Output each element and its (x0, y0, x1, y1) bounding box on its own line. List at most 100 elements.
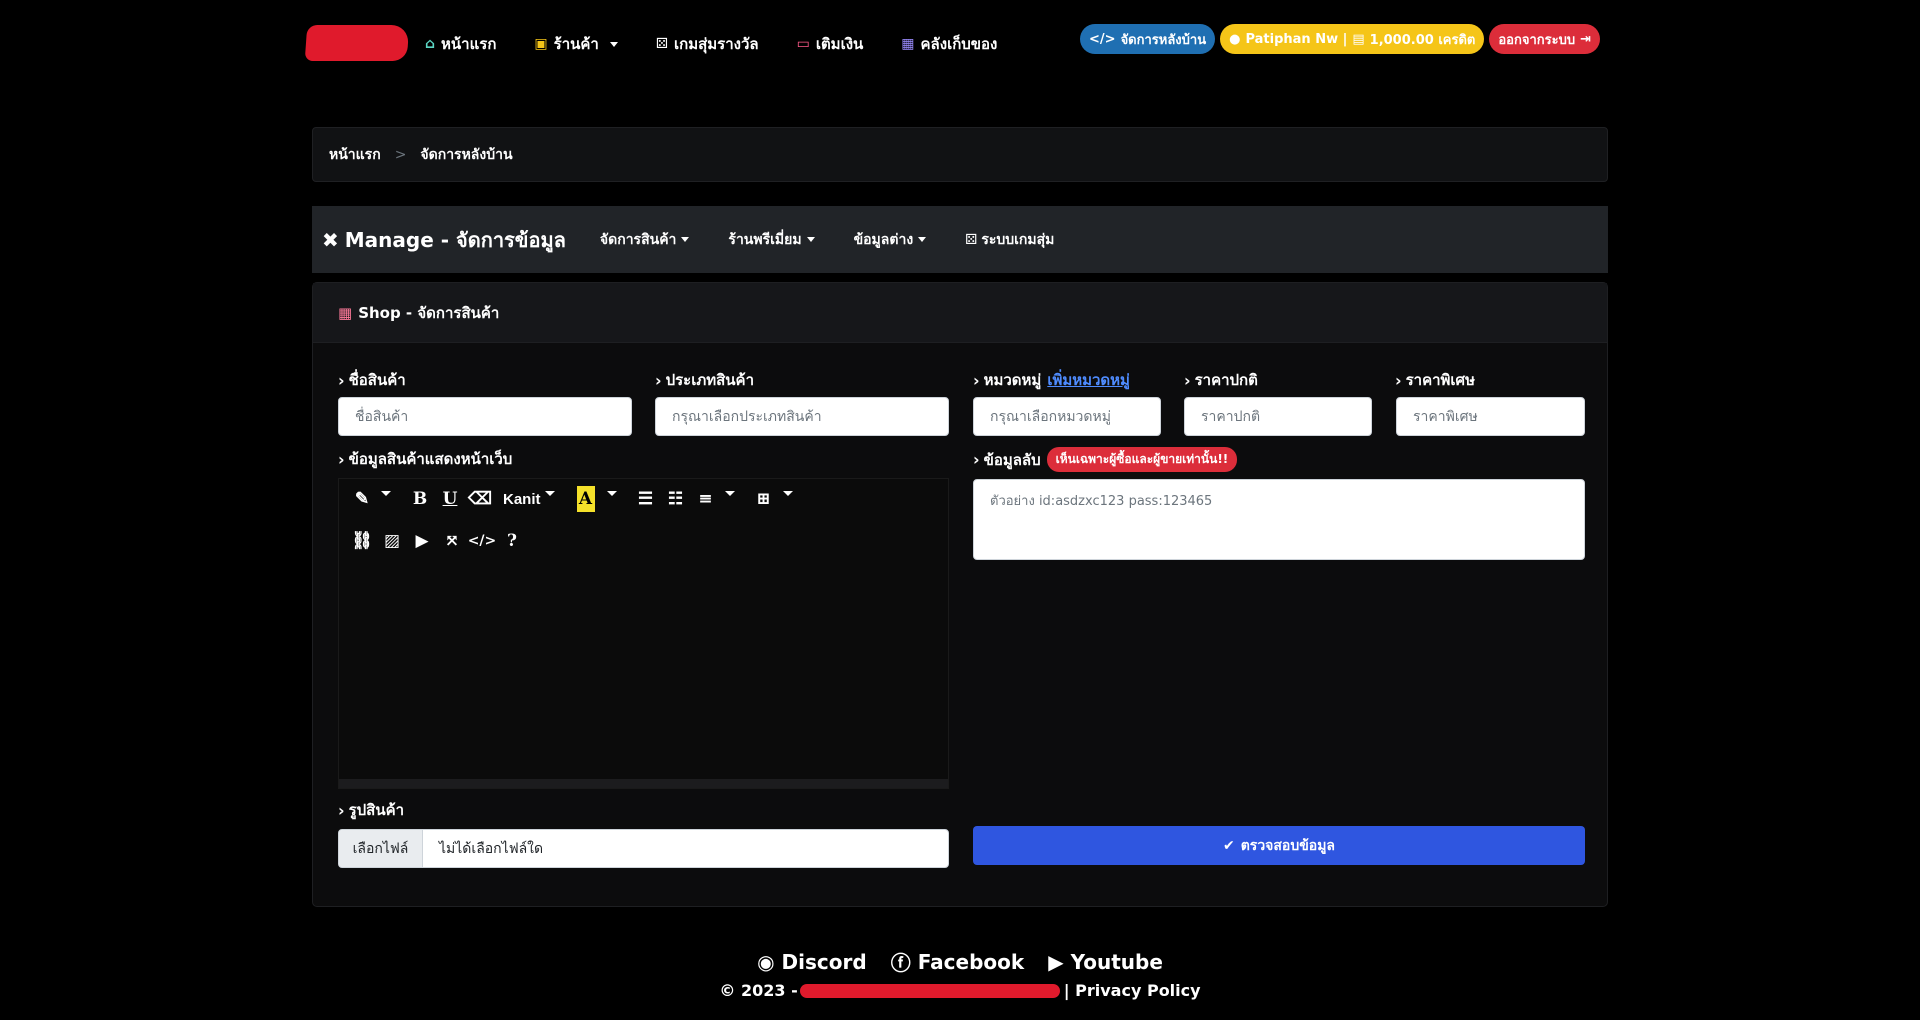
tools-icon: ✖ (322, 227, 339, 252)
chevron-down-icon (806, 237, 815, 242)
store-icon: ▣ (534, 36, 548, 52)
chevron-down-icon (918, 237, 927, 242)
fullscreen-icon[interactable]: ⤧ (437, 527, 467, 555)
code-icon: </> (1089, 31, 1116, 47)
manage-title: ✖ Manage - จัดการข้อมูล (322, 224, 566, 256)
label-text: ราคาพิเศษ (1405, 371, 1475, 389)
verify-submit-button[interactable]: ✔ ตรวจสอบข้อมูล (973, 826, 1585, 865)
chevron-down-icon[interactable] (381, 490, 391, 496)
chevron-down-icon (609, 41, 618, 47)
font-family-button[interactable]: Kanit (503, 485, 541, 513)
logout-button[interactable]: ออกจากระบบ ⇥ (1489, 24, 1600, 54)
product-image-file-input[interactable]: เลือกไฟล์ ไม่ได้เลือกไฟล์ใด (338, 829, 949, 868)
box-icon: ▦ (901, 36, 915, 52)
magic-wand-icon[interactable]: ✎ (347, 485, 377, 513)
footer-link-facebook[interactable]: ⓕ Facebook (891, 947, 1025, 976)
sign-out-icon: ⇥ (1580, 31, 1591, 47)
site-logo[interactable] (304, 25, 410, 61)
nav-item-store[interactable]: ▣ ร้านค้า (534, 32, 618, 56)
nav-item-label: ร้านค้า (553, 35, 599, 53)
select-placeholder: กรุณาเลือกหมวดหมู่ (990, 408, 1111, 425)
image-icon[interactable]: ▨ (377, 527, 407, 555)
chevron-right-icon: › (655, 370, 662, 390)
align-icon[interactable]: ≡ (691, 485, 721, 513)
facebook-icon: ⓕ (890, 951, 911, 975)
product-type-select[interactable]: กรุณาเลือกประเภทสินค้า (655, 397, 949, 436)
label-text: ประเภทสินค้า (665, 371, 754, 389)
nav-item-random-game[interactable]: ⚄ เกมสุ่มรางวัล (656, 32, 759, 56)
editor-toolbar-row-1: ✎ B U ⌫ Kanit A ☰ ☷ ≡ ⊞ (347, 485, 807, 513)
editor-resize-bar[interactable] (339, 779, 948, 788)
label-text: รูปสินค้า (348, 801, 405, 819)
chevron-right-icon: › (1395, 370, 1402, 390)
chevron-down-icon (681, 237, 690, 242)
chevron-right-icon: › (1184, 370, 1191, 390)
admin-button[interactable]: </> จัดการหลังบ้าน (1080, 24, 1216, 54)
footer-link-label: Facebook (917, 949, 1025, 974)
product-name-input[interactable]: ชื่อสินค้า (338, 397, 632, 436)
breadcrumb-home[interactable]: หน้าแรก (329, 144, 381, 166)
unordered-list-icon[interactable]: ☰ (631, 485, 661, 513)
nav-item-topup[interactable]: ▭ เติมเงิน (797, 32, 864, 56)
check-circle-icon: ✔ (1222, 837, 1235, 854)
submit-label: ตรวจสอบข้อมูล (1240, 837, 1336, 854)
chevron-down-icon[interactable] (782, 490, 793, 496)
footer-link-discord[interactable]: ◉ Discord (757, 947, 867, 976)
card-header: ▦ Shop - จัดการสินค้า (313, 283, 1607, 343)
nav-item-label: คลังเก็บของ (920, 35, 998, 53)
credit-balance: 1,000.00 เครดิต (1369, 32, 1476, 48)
label-text: หมวดหมู่ (983, 371, 1042, 389)
chevron-down-icon[interactable] (724, 490, 735, 496)
category-label: › หมวดหมู่ เพิ่มหมวดหมู่ (973, 368, 1130, 392)
user-actions: </> จัดการหลังบ้าน ● Patiphan Nw | ▤ 1,0… (1080, 24, 1600, 54)
manage-menu-products[interactable]: จัดการสินค้า (600, 229, 690, 251)
input-placeholder: ชื่อสินค้า (355, 408, 409, 425)
nav-item-home[interactable]: ⌂ หน้าแรก (425, 32, 496, 56)
nav-item-label: หน้าแรก (441, 35, 497, 53)
chevron-right-icon: › (338, 449, 345, 469)
table-icon[interactable]: ⊞ (749, 485, 779, 513)
category-select[interactable]: กรุณาเลือกหมวดหมู่ (973, 397, 1161, 436)
font-name: Kanit (503, 490, 541, 508)
privacy-policy-link[interactable]: | Privacy Policy (1064, 981, 1201, 1000)
card-title: Shop - จัดการสินค้า (358, 303, 500, 322)
secret-warning-badge: เห็นเฉพาะผู้ซื้อและผู้ขายเท่านั้น!! (1046, 447, 1238, 472)
input-placeholder: ราคาพิเศษ (1413, 408, 1478, 425)
bold-icon[interactable]: B (405, 485, 435, 513)
manage-menu-label: ร้านพรีเมี่ยม (728, 231, 802, 248)
label-text: ข้อมูลสินค้าแสดงหน้าเว็บ (348, 450, 513, 468)
manage-menu-premium[interactable]: ร้านพรีเมี่ยม (728, 229, 815, 251)
eraser-icon[interactable]: ⌫ (465, 485, 495, 513)
special-price-input[interactable]: ราคาพิเศษ (1396, 397, 1585, 436)
regular-price-input[interactable]: ราคาปกติ (1184, 397, 1372, 436)
text-color-icon[interactable]: A (576, 486, 595, 512)
user-credit-button[interactable]: ● Patiphan Nw | ▤ 1,000.00 เครดิต (1220, 24, 1485, 54)
manage-navbar: ✖ Manage - จัดการข้อมูล จัดการสินค้า ร้า… (312, 206, 1608, 273)
footer-link-youtube[interactable]: ▶ Youtube (1048, 947, 1163, 976)
credit-card-icon: ▭ (796, 36, 810, 52)
redacted-site-name (799, 983, 1060, 998)
code-view-icon[interactable]: </> (467, 527, 497, 555)
manage-menu-info[interactable]: ข้อมูลต่าง (854, 229, 927, 251)
chevron-down-icon[interactable] (544, 490, 555, 496)
help-icon[interactable]: ? (497, 527, 527, 555)
secret-info-textarea[interactable]: ตัวอย่าง id:asdzxc123 pass:123465 (973, 479, 1585, 560)
admin-button-label: จัดการหลังบ้าน (1120, 32, 1207, 48)
rich-text-editor[interactable]: ✎ B U ⌫ Kanit A ☰ ☷ ≡ ⊞ ⛓ ▨ ▶ ⤧ </> ? (338, 478, 949, 789)
choose-file-button[interactable]: เลือกไฟล์ (339, 830, 423, 867)
secret-info-label: › ข้อมูลลับ เห็นเฉพาะผู้ซื้อและผู้ขายเท่… (973, 447, 1238, 472)
regular-price-label: › ราคาปกติ (1184, 368, 1258, 392)
dice-icon: ⚄ (655, 36, 669, 52)
breadcrumb-current: จัดการหลังบ้าน (420, 146, 513, 163)
nav-item-inventory[interactable]: ▦ คลังเก็บของ (901, 32, 997, 56)
add-category-link[interactable]: เพิ่มหมวดหมู่ (1047, 368, 1130, 392)
link-icon[interactable]: ⛓ (347, 527, 377, 555)
manage-menu-random-system[interactable]: ⚄ ระบบเกมสุ่ม (965, 229, 1054, 251)
dice-icon: ⚄ (965, 231, 978, 248)
ordered-list-icon[interactable]: ☷ (661, 485, 691, 513)
underline-icon[interactable]: U (435, 485, 465, 513)
select-placeholder: กรุณาเลือกประเภทสินค้า (672, 408, 822, 425)
chevron-down-icon[interactable] (606, 490, 617, 496)
shop-manage-card: ▦ Shop - จัดการสินค้า › ชื่อสินค้า › ประ… (312, 282, 1608, 907)
video-icon[interactable]: ▶ (407, 527, 437, 555)
